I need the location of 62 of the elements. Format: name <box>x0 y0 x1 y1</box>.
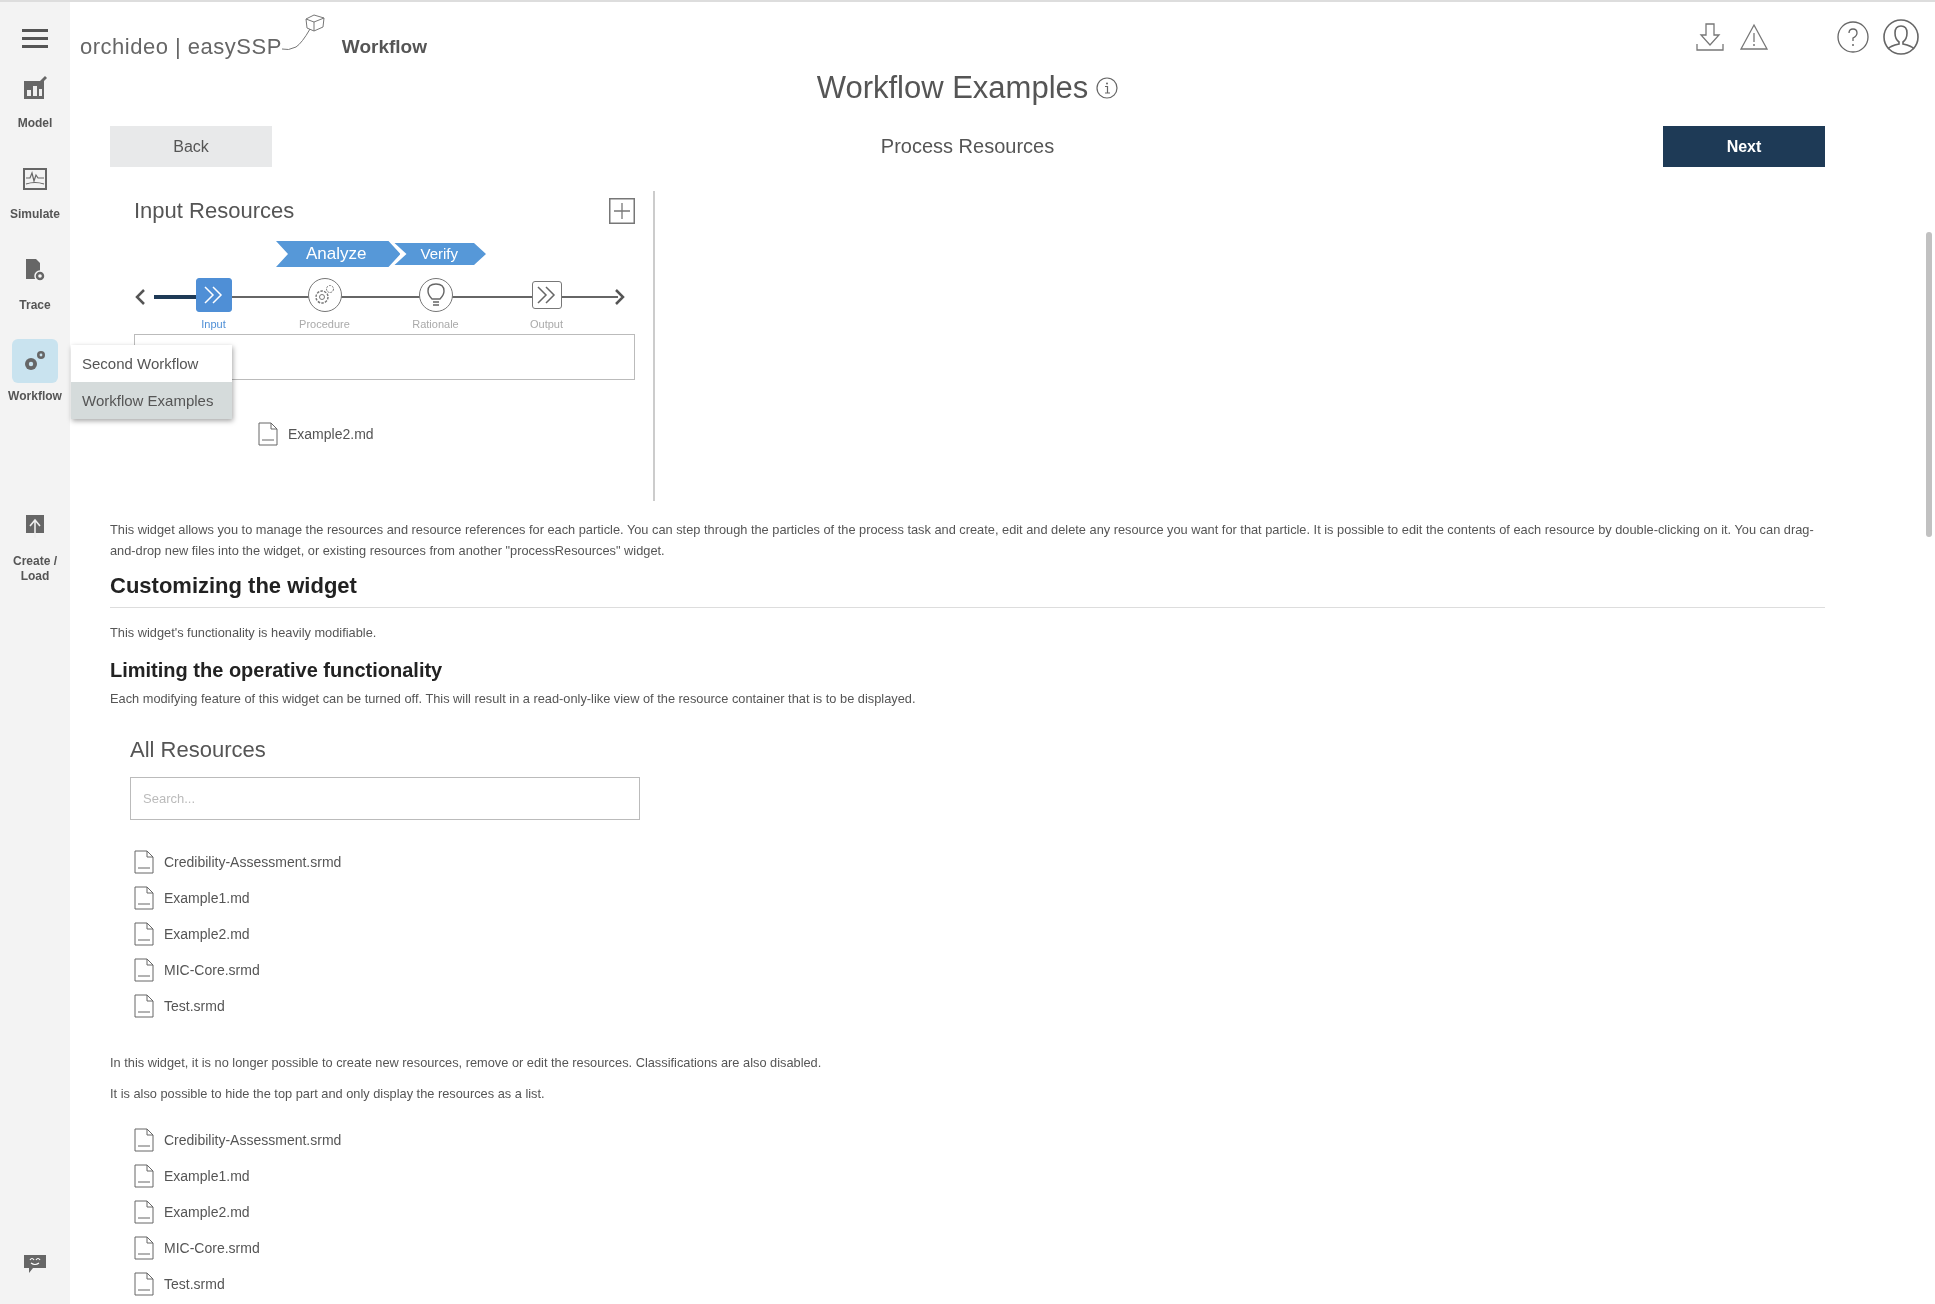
file-icon <box>134 994 154 1018</box>
file-item[interactable]: Test.srmd <box>130 1272 1825 1296</box>
file-icon <box>134 1272 154 1296</box>
phase-banner: Analyze <box>276 241 401 267</box>
brand-logo[interactable]: orchideo | easySSP <box>80 34 282 60</box>
file-icon <box>134 922 154 946</box>
file-item[interactable]: Example2.md <box>130 1200 1825 1224</box>
file-icon <box>134 886 154 910</box>
file-icon <box>134 1128 154 1152</box>
widget-title: All Resources <box>130 737 267 763</box>
help-icon[interactable] <box>1837 21 1869 53</box>
file-item[interactable]: Example2.md <box>130 922 1825 946</box>
chart-board-icon <box>22 75 48 101</box>
phase-banner: Verify <box>394 243 486 265</box>
sidebar-item[interactable]: Workflow <box>2 339 68 404</box>
menu-item[interactable]: Second Workflow <box>71 345 232 382</box>
lightbulb-icon <box>425 282 446 308</box>
file-item[interactable]: Example1.md <box>130 1164 1825 1188</box>
file-item[interactable]: Example1.md <box>130 886 1825 910</box>
waveform-monitor-icon <box>22 166 48 192</box>
user-avatar-icon[interactable] <box>1883 19 1919 55</box>
file-item[interactable]: Credibility-Assessment.srmd <box>130 850 1825 874</box>
file-icon <box>134 1236 154 1260</box>
info-icon[interactable] <box>1096 77 1119 99</box>
paragraph: Each modifying feature of this widget can be turned off. This will result in a read-only-like view of the resource container that is to be displayed. <box>110 690 917 708</box>
menu-item[interactable]: Workflow Examples <box>71 382 232 419</box>
file-icon <box>134 1200 154 1224</box>
file-item[interactable]: Credibility-Assessment.srmd <box>130 1128 1825 1152</box>
step-node[interactable]: Input <box>158 278 269 330</box>
section-heading: Customizing the widget <box>110 573 1825 608</box>
widget-title: Input Resources <box>134 198 295 224</box>
back-button[interactable]: Back <box>110 126 272 167</box>
subsection-heading: Limiting the operative functionality <box>110 659 444 682</box>
file-icon <box>134 1164 154 1188</box>
file-icon <box>134 850 154 874</box>
search-field[interactable]: Search... <box>130 777 640 820</box>
file-item[interactable]: MIC-Core.srmd <box>130 1236 1825 1260</box>
file-icon <box>258 422 278 446</box>
chevron-left-icon[interactable] <box>134 288 146 306</box>
paragraph: This widget's functionality is heavily modifiable. <box>110 624 378 642</box>
file-item[interactable]: Test.srmd <box>130 994 1825 1018</box>
page-title: Workflow Examples <box>816 70 1089 106</box>
file-item[interactable]: Example2.md <box>254 422 635 446</box>
chat-smile-icon[interactable] <box>23 1254 47 1274</box>
warning-icon[interactable] <box>1739 23 1769 51</box>
cube-balloon-icon <box>279 13 328 53</box>
section-title: Workflow <box>341 36 427 58</box>
sidebar-item[interactable]: Simulate <box>2 157 68 222</box>
file-icon <box>134 958 154 982</box>
file-item[interactable]: MIC-Core.srmd <box>130 958 1825 982</box>
sidebar-item[interactable]: Trace <box>2 248 68 313</box>
paragraph: This widget allows you to manage the resources and resource references for each particle. You can step through the particles of the process task and create, edit and delete any resource you want for that particle. It is possible to edit the contents of each resource by double-clicking on it. You can drag-and-drop new files into the widget, or existing resources from another "processResources" widget. <box>110 521 1815 560</box>
next-button[interactable]: Next <box>1663 126 1825 167</box>
sidebar-item[interactable]: Create / Load <box>2 504 68 584</box>
paragraph: In this widget, it is no longer possible to create new resources, remove or edit the resources. Classifications are also disabled. <box>110 1054 823 1072</box>
chevron-right-icon[interactable] <box>614 288 626 306</box>
add-icon[interactable] <box>609 198 635 224</box>
menu-icon[interactable] <box>22 28 48 48</box>
sidebar-item[interactable]: Model <box>2 66 68 131</box>
step-title: Process Resources <box>880 135 1055 158</box>
download-icon[interactable] <box>1695 22 1725 52</box>
paragraph: It is also possible to hide the top part and only display the resources as a list. <box>110 1085 546 1103</box>
